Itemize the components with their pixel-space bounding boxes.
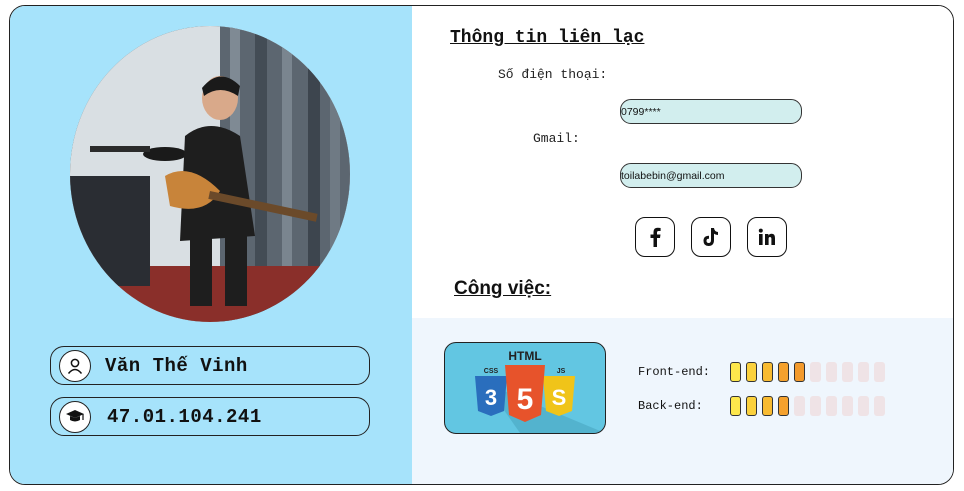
skill-segment [826,396,837,416]
skill-segment [778,362,789,382]
skill-segment [858,396,869,416]
skill-segment [810,362,821,382]
frontend-level-bar [730,362,885,382]
guitar-player-photo [70,26,350,322]
user-icon [59,349,91,382]
profile-card: Văn Thế Vinh 47.01.104.241 Thông tin liê… [9,5,954,485]
student-id-pill: 47.01.104.241 [50,397,370,436]
skill-segment [826,362,837,382]
phone-label: Số điện thoại: [498,67,608,82]
job-heading: Công việc: [454,278,552,299]
gmail-field[interactable]: toilabebin@gmail.com [620,163,802,188]
skill-segment [810,396,821,416]
backend-label: Back-end: [638,399,703,413]
skill-segment [794,396,805,416]
skill-segment [746,396,757,416]
svg-text:5: 5 [517,383,534,416]
student-name: Văn Thế Vinh [105,354,248,377]
skill-segment [842,362,853,382]
skill-segment [746,362,757,382]
skill-segment [858,362,869,382]
tiktok-button[interactable] [691,217,731,257]
skill-segment [874,396,885,416]
student-id: 47.01.104.241 [107,405,262,428]
contact-section: Thông tin liên lạc Số điện thoại: 0799**… [412,6,953,318]
skills-section: HTML CSS JS 3 S 5 Front-end: Back-end: [412,318,953,484]
gmail-label: Gmail: [533,131,580,146]
skill-segment [874,362,885,382]
logo-html-text: HTML [508,349,541,363]
contact-heading: Thông tin liên lạc [450,28,645,48]
name-pill: Văn Thế Vinh [50,346,370,385]
graduation-cap-icon [59,400,91,433]
svg-text:3: 3 [485,385,497,410]
tiktok-icon [703,228,718,246]
logo-js-text: JS [557,368,566,375]
skill-segment [842,396,853,416]
skill-segment [730,396,741,416]
svg-text:S: S [552,385,567,410]
skill-segment [762,362,773,382]
profile-photo [70,26,350,322]
skill-segment [778,396,789,416]
backend-level-bar [730,396,885,416]
profile-panel: Văn Thế Vinh 47.01.104.241 [10,6,412,484]
skill-segment [730,362,741,382]
html-css-js-logo: HTML CSS JS 3 S 5 [444,342,606,434]
frontend-label: Front-end: [638,365,711,379]
logo-css-text: CSS [484,368,499,375]
facebook-button[interactable] [635,217,675,257]
facebook-icon [650,227,661,247]
skill-segment [762,396,773,416]
skill-segment [794,362,805,382]
linkedin-button[interactable] [747,217,787,257]
phone-field[interactable]: 0799**** [620,99,802,124]
linkedin-icon [758,228,775,245]
